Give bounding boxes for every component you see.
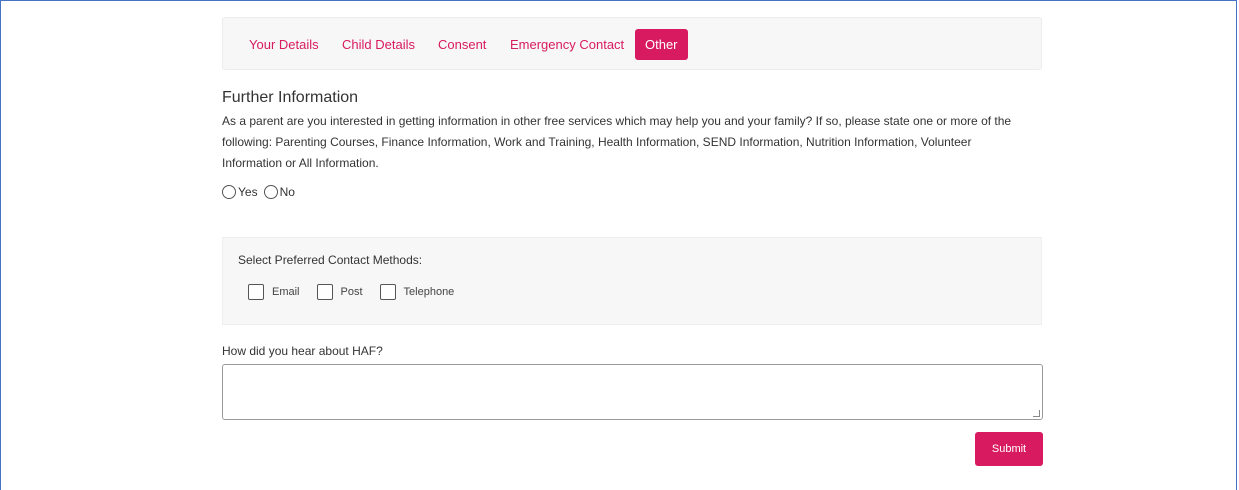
tab-other[interactable]: Other [635,29,688,60]
checkbox-icon[interactable] [379,284,396,300]
checkbox-post-label: Post [340,286,363,298]
contact-methods-panel: Select Preferred Contact Methods: Email … [222,237,1042,325]
resize-handle-icon[interactable] [1033,410,1040,417]
tab-your-details[interactable]: Your Details [249,29,319,60]
radio-circle-icon[interactable] [263,185,278,199]
tab-consent[interactable]: Consent [438,29,486,60]
section-description: As a parent are you interested in gettin… [222,114,1012,170]
tab-child-details[interactable]: Child Details [342,29,415,60]
section-title: Further Information [222,89,359,106]
tab-bar: Your Details Child Details Consent Emerg… [222,17,1042,70]
tab-emergency-contact[interactable]: Emergency Contact [510,29,624,60]
checkbox-telephone-label: Telephone [403,286,455,298]
contact-methods-label: Select Preferred Contact Methods: [238,253,423,267]
checkbox-email-label: Email [272,286,300,298]
checkbox-post[interactable]: Post [316,284,363,300]
checkbox-icon[interactable] [316,284,333,300]
checkbox-email[interactable]: Email [248,284,300,300]
checkbox-icon[interactable] [248,284,264,300]
further-info-radio-group: Yes No [222,185,301,199]
hear-about-label: How did you hear about HAF? [222,344,383,358]
radio-yes[interactable]: Yes [222,185,258,199]
radio-no-label: No [279,185,295,199]
hear-about-textarea[interactable] [222,364,1043,420]
contact-methods-checkboxes: Email Post Telephone [248,284,471,300]
submit-button[interactable]: Submit [975,432,1043,466]
radio-no[interactable]: No [263,185,295,199]
radio-yes-label: Yes [238,185,258,199]
checkbox-telephone[interactable]: Telephone [379,284,455,300]
radio-circle-icon[interactable] [222,185,236,199]
